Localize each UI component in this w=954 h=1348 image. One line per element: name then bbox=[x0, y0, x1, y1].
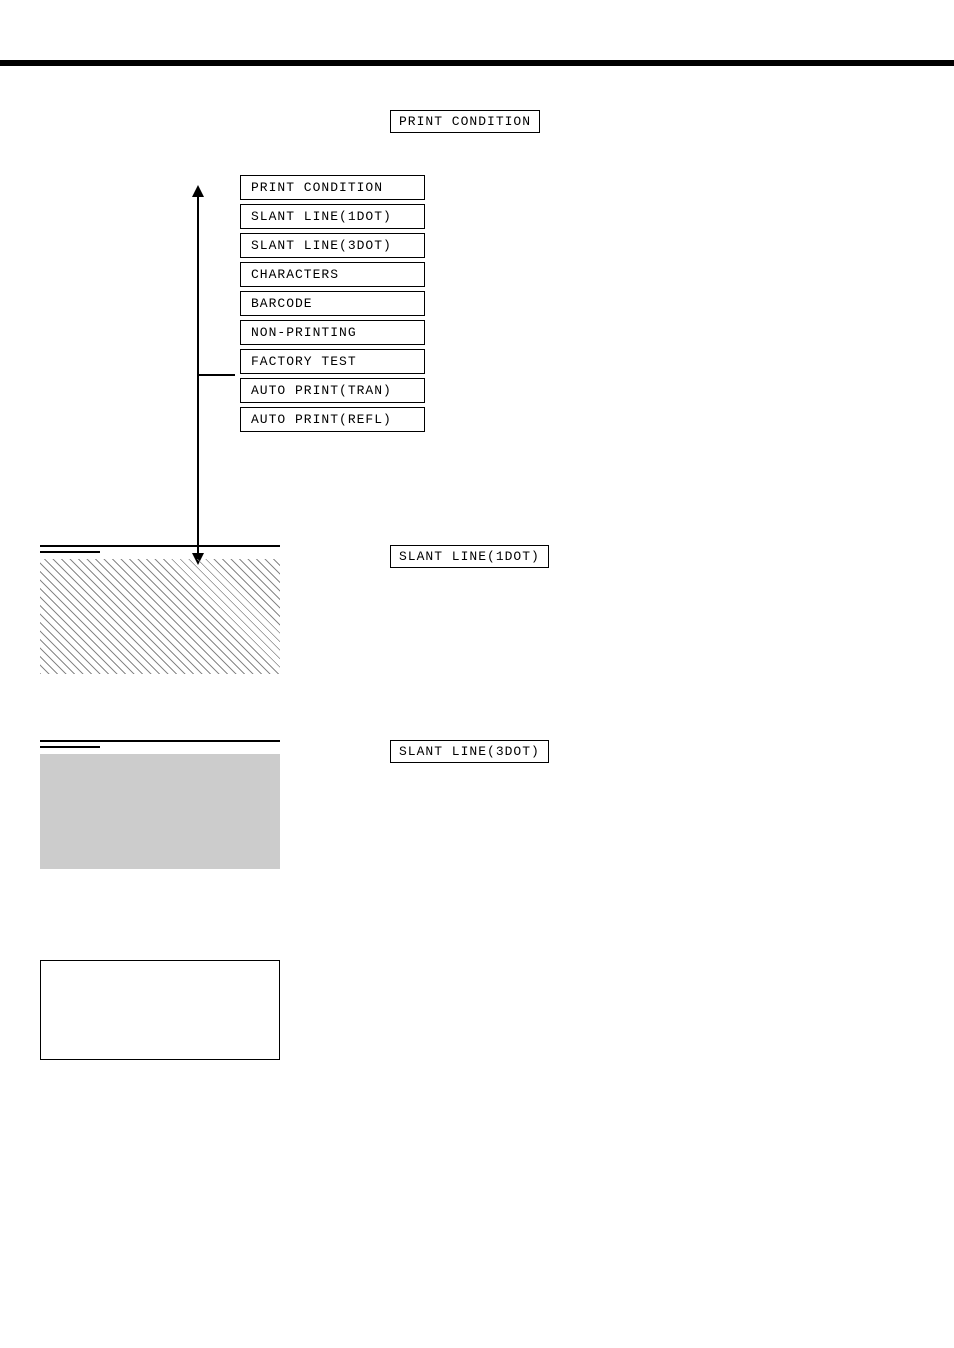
menu-bracket bbox=[180, 175, 240, 580]
slant1dot-label: SLANT LINE(1DOT) bbox=[390, 545, 549, 568]
slant3dot-line-long bbox=[40, 740, 280, 742]
slant3dot-line-short bbox=[40, 746, 100, 748]
slant1dot-line-short bbox=[40, 551, 100, 553]
bracket-svg bbox=[180, 175, 240, 575]
slant3dot-section bbox=[40, 740, 280, 869]
menu-item-auto-print-refl: AUTO PRINT(REFL) bbox=[240, 407, 425, 432]
empty-box-section bbox=[40, 960, 280, 1060]
slant3dot-hatch bbox=[40, 754, 280, 869]
slant3dot-pattern bbox=[40, 754, 280, 869]
slant1dot-line-long bbox=[40, 545, 280, 547]
menu-diagram: PRINT CONDITION SLANT LINE(1DOT) SLANT L… bbox=[180, 175, 425, 580]
slant3dot-lines bbox=[40, 740, 280, 754]
slant1dot-box: SLANT LINE(1DOT) bbox=[390, 545, 549, 568]
slant1dot-section bbox=[40, 545, 280, 674]
top-print-condition-label: PRINT CONDITION bbox=[390, 110, 540, 133]
menu-item-slant-3dot: SLANT LINE(3DOT) bbox=[240, 233, 425, 258]
menu-item-auto-print-tran: AUTO PRINT(TRAN) bbox=[240, 378, 425, 403]
menu-item-print-condition: PRINT CONDITION bbox=[240, 175, 425, 200]
slant3dot-box: SLANT LINE(3DOT) bbox=[390, 740, 549, 763]
top-print-condition-box: PRINT CONDITION bbox=[390, 110, 540, 133]
menu-items-list: PRINT CONDITION SLANT LINE(1DOT) SLANT L… bbox=[240, 175, 425, 580]
slant1dot-lines bbox=[40, 545, 280, 559]
menu-item-non-printing: NON-PRINTING bbox=[240, 320, 425, 345]
menu-item-barcode: BARCODE bbox=[240, 291, 425, 316]
menu-item-factory-test: FACTORY TEST bbox=[240, 349, 425, 374]
slant1dot-hatch bbox=[40, 559, 280, 674]
menu-item-slant-1dot: SLANT LINE(1DOT) bbox=[240, 204, 425, 229]
menu-item-characters: CHARACTERS bbox=[240, 262, 425, 287]
slant1dot-pattern bbox=[40, 559, 280, 674]
empty-rect bbox=[40, 960, 280, 1060]
header-bar bbox=[0, 60, 954, 66]
slant3dot-label: SLANT LINE(3DOT) bbox=[390, 740, 549, 763]
